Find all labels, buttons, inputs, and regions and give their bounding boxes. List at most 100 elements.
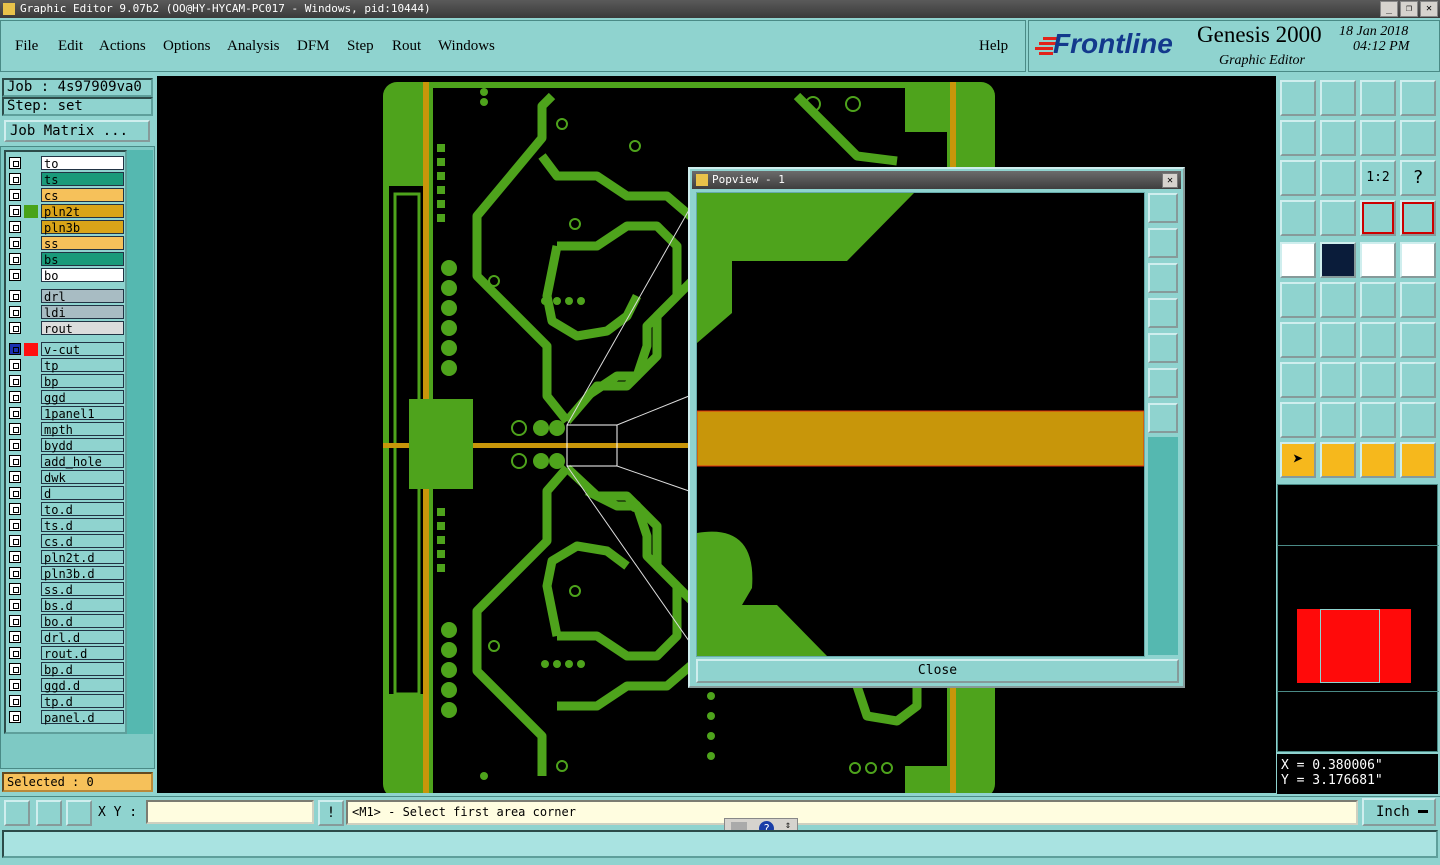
popview-zoom-in-button[interactable] [1148, 368, 1178, 398]
tool-triangle-outline-icon[interactable] [1320, 402, 1356, 438]
layer-name[interactable]: d [41, 486, 124, 501]
menu-edit[interactable]: Edit [58, 38, 83, 55]
layer-row-tp[interactable]: tp [6, 357, 125, 373]
popview-pan-left-button[interactable] [1148, 298, 1178, 328]
layer-row-bp[interactable]: bp [6, 373, 125, 389]
tool-scale-1-2-icon[interactable]: 1:2 [1360, 160, 1396, 196]
layer-checkbox[interactable] [9, 711, 21, 723]
tool-box-point-icon[interactable] [1280, 362, 1316, 398]
alert-icon[interactable]: ! [318, 800, 344, 826]
layer-name[interactable]: cs [41, 188, 124, 203]
tool-net-compare-icon[interactable] [1400, 200, 1436, 236]
tool-circle-icon[interactable] [1400, 242, 1436, 278]
layer-row-bydd[interactable]: bydd [6, 437, 125, 453]
layer-checkbox[interactable] [9, 407, 21, 419]
layer-checkbox[interactable] [9, 322, 21, 334]
job-matrix-button[interactable]: Job Matrix ... [4, 120, 150, 142]
tool-home-up-icon[interactable] [1280, 80, 1316, 116]
layer-name[interactable]: ss.d [41, 582, 124, 597]
layer-name[interactable]: dwk [41, 470, 124, 485]
layer-checkbox[interactable] [9, 269, 21, 281]
layer-checkbox[interactable] [9, 599, 21, 611]
layer-name[interactable]: to [41, 156, 124, 171]
layer-name[interactable]: pln3b [41, 220, 124, 235]
layer-checkbox[interactable] [9, 391, 21, 403]
layer-name[interactable]: ldi [41, 305, 124, 320]
tool-net-icon[interactable] [1360, 200, 1396, 236]
layer-swatch[interactable] [24, 439, 38, 452]
layer-checkbox[interactable] [9, 359, 21, 371]
layer-swatch[interactable] [24, 679, 38, 692]
layer-swatch[interactable] [24, 290, 38, 303]
layer-swatch[interactable] [24, 269, 38, 282]
layer-row-ss[interactable]: ss [6, 235, 125, 251]
tool-pad-icon[interactable] [1280, 242, 1316, 278]
layer-row-panel.d[interactable]: panel.d [6, 709, 125, 725]
layer-name[interactable]: cs.d [41, 534, 124, 549]
layer-name[interactable]: drl [41, 289, 124, 304]
layer-checkbox[interactable] [9, 439, 21, 451]
layer-swatch[interactable] [24, 535, 38, 548]
layer-swatch[interactable] [24, 423, 38, 436]
tool-select-net-icon[interactable] [1400, 442, 1436, 478]
layer-name[interactable]: pln2t.d [41, 550, 124, 565]
tool-ruler-icon[interactable] [1360, 242, 1396, 278]
menu-dfm[interactable]: DFM [297, 38, 330, 55]
layer-checkbox[interactable] [9, 535, 21, 547]
layer-name[interactable]: bs.d [41, 598, 124, 613]
layer-swatch[interactable] [24, 663, 38, 676]
tool-home-icon[interactable] [1360, 80, 1396, 116]
layer-checkbox[interactable] [9, 189, 21, 201]
tool-arch-cut-icon[interactable] [1400, 402, 1436, 438]
layer-row-cs[interactable]: cs [6, 187, 125, 203]
layer-name[interactable]: ts [41, 172, 124, 187]
layer-row-bp.d[interactable]: bp.d [6, 661, 125, 677]
layer-name[interactable]: rout.d [41, 646, 124, 661]
layer-row-ggd.d[interactable]: ggd.d [6, 677, 125, 693]
layer-swatch[interactable] [24, 205, 38, 218]
layer-row-to[interactable]: to [6, 155, 125, 171]
layer-swatch[interactable] [24, 359, 38, 372]
tool-home-down-icon[interactable] [1320, 80, 1356, 116]
layer-row-cs.d[interactable]: cs.d [6, 533, 125, 549]
units-selector[interactable]: Inch [1362, 798, 1436, 826]
zoom-edit-icon[interactable] [36, 800, 62, 826]
layer-name[interactable]: ggd [41, 390, 124, 405]
layer-row-to.d[interactable]: to.d [6, 501, 125, 517]
layer-row-tp.d[interactable]: tp.d [6, 693, 125, 709]
layer-swatch[interactable] [24, 306, 38, 319]
overview-panel[interactable] [1277, 484, 1439, 752]
layer-row-bs.d[interactable]: bs.d [6, 597, 125, 613]
tool-pan-left-icon[interactable] [1280, 120, 1316, 156]
layer-row-bo.d[interactable]: bo.d [6, 613, 125, 629]
tool-cross-icon[interactable] [1320, 282, 1356, 318]
tool-diagonal-icon[interactable] [1320, 322, 1356, 358]
layer-swatch[interactable] [24, 322, 38, 335]
layer-name[interactable]: tp [41, 358, 124, 373]
layer-checkbox[interactable] [9, 221, 21, 233]
popview-zoom-out-button[interactable] [1148, 403, 1178, 433]
layer-name[interactable]: add_hole [41, 454, 124, 469]
layer-checkbox[interactable] [9, 679, 21, 691]
layer-name[interactable]: ts.d [41, 518, 124, 533]
layer-checkbox[interactable] [9, 237, 21, 249]
layer-swatch[interactable] [24, 343, 38, 356]
layer-swatch[interactable] [24, 253, 38, 266]
layer-swatch[interactable] [24, 173, 38, 186]
menu-rout[interactable]: Rout [392, 38, 421, 55]
layer-swatch[interactable] [24, 519, 38, 532]
layer-row-ts[interactable]: ts [6, 171, 125, 187]
layer-swatch[interactable] [24, 615, 38, 628]
layer-row-ldi[interactable]: ldi [6, 304, 125, 320]
layer-swatch[interactable] [24, 391, 38, 404]
layer-checkbox[interactable] [9, 615, 21, 627]
tool-triangle-icon[interactable] [1280, 402, 1316, 438]
layer-checkbox[interactable] [9, 423, 21, 435]
tool-horizontal-icon[interactable] [1320, 362, 1356, 398]
tool-shapes-icon[interactable] [1400, 362, 1436, 398]
menu-help[interactable]: Help [979, 38, 1008, 55]
menu-analysis[interactable]: Analysis [227, 38, 280, 55]
layer-name[interactable]: mpth [41, 422, 124, 437]
layer-row-ts.d[interactable]: ts.d [6, 517, 125, 533]
layer-name[interactable]: ss [41, 236, 124, 251]
